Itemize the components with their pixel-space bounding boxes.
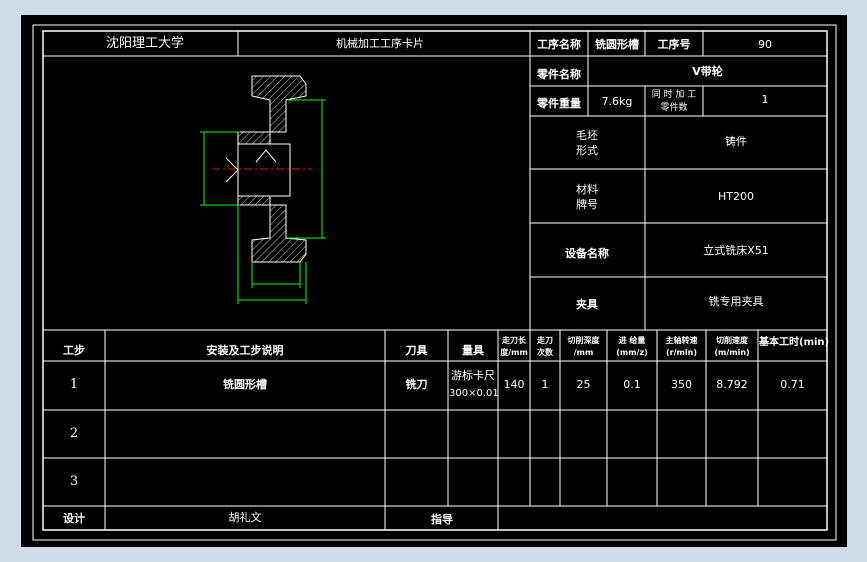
simultaneous-label-line2: 零件数: [660, 103, 688, 113]
col-header-tool: 刀具: [405, 344, 428, 357]
col-header-feed-length-1: 走刀长: [502, 336, 526, 345]
equipment-label: 设备名称: [565, 247, 609, 260]
simultaneous-label-line1: 同 时 加 工: [651, 90, 697, 100]
process-name-label: 工序名称: [537, 38, 581, 51]
material-label-line1: 材料: [576, 183, 598, 196]
fixture-label: 夹具: [576, 298, 598, 311]
blank-label-line2: 形式: [576, 144, 598, 157]
row1-feed: 0.1: [623, 378, 641, 391]
row1-feed-length: 140: [503, 378, 525, 391]
row1-tool: 铣刀: [405, 378, 428, 391]
fixture-value: 铣专用夹具: [708, 295, 764, 308]
row3-step: 3: [69, 474, 79, 489]
col-header-desc: 安装及工步说明: [206, 344, 284, 357]
blank-label-line1: 毛坯: [576, 129, 598, 142]
part-name-value: V带轮: [692, 65, 723, 78]
col-header-feed-length-2: 度/mm: [500, 348, 528, 357]
university-name: 沈阳理工大学: [105, 36, 184, 51]
drawing-canvas: [21, 15, 847, 547]
row2-step: 2: [69, 426, 79, 441]
col-header-feed-1: 进 给量: [618, 336, 646, 345]
col-header-cut-speed-2: (m/min): [714, 348, 750, 357]
col-header-gauge: 量具: [462, 344, 484, 357]
col-header-passes-2: 次数: [537, 348, 553, 357]
design-label: 设计: [63, 512, 85, 525]
col-header-feed-2: (mm/z): [616, 348, 648, 357]
part-weight-label: 零件重量: [537, 97, 581, 110]
row1-time: 0.71: [780, 378, 805, 391]
row1-desc: 铣圆形槽: [223, 378, 267, 391]
col-header-speed-1: 主轴转速: [665, 336, 698, 345]
part-name-label: 零件名称: [537, 68, 581, 81]
row1-gauge-line1: 游标卡尺: [451, 369, 495, 382]
row1-step: 1: [69, 377, 79, 392]
equipment-value: 立式铣床X51: [703, 244, 769, 257]
part-weight-value: 7.6kg: [601, 95, 633, 108]
row1-cut-speed: 8.792: [716, 378, 748, 391]
process-name-value: 铣圆形槽: [595, 38, 639, 51]
row1-depth: 25: [576, 378, 591, 391]
designer-name: 胡礼文: [228, 511, 262, 524]
col-header-speed-2: (r/min): [666, 348, 697, 357]
simultaneous-value: 1: [761, 93, 769, 106]
blank-value: 铸件: [725, 135, 747, 148]
col-header-step: 工步: [63, 344, 85, 357]
row1-speed: 350: [671, 378, 692, 391]
col-header-depth-2: /mm: [573, 348, 594, 357]
col-header-time: 基本工时(min): [759, 337, 830, 348]
row1-gauge-line2: 300×0.01: [449, 388, 499, 399]
process-no-value: 90: [758, 38, 772, 51]
process-no-label: 工序号: [657, 38, 691, 51]
col-header-depth-1: 切削深度: [567, 336, 600, 345]
material-label-line2: 牌号: [576, 198, 598, 211]
material-value: HT200: [718, 190, 754, 203]
col-header-passes-1: 走刀: [537, 336, 553, 345]
card-title: 机械加工工序卡片: [336, 37, 424, 50]
row1-passes: 1: [541, 378, 549, 391]
guide-label: 指导: [431, 513, 453, 526]
col-header-cut-speed-1: 切削速度: [716, 336, 748, 345]
